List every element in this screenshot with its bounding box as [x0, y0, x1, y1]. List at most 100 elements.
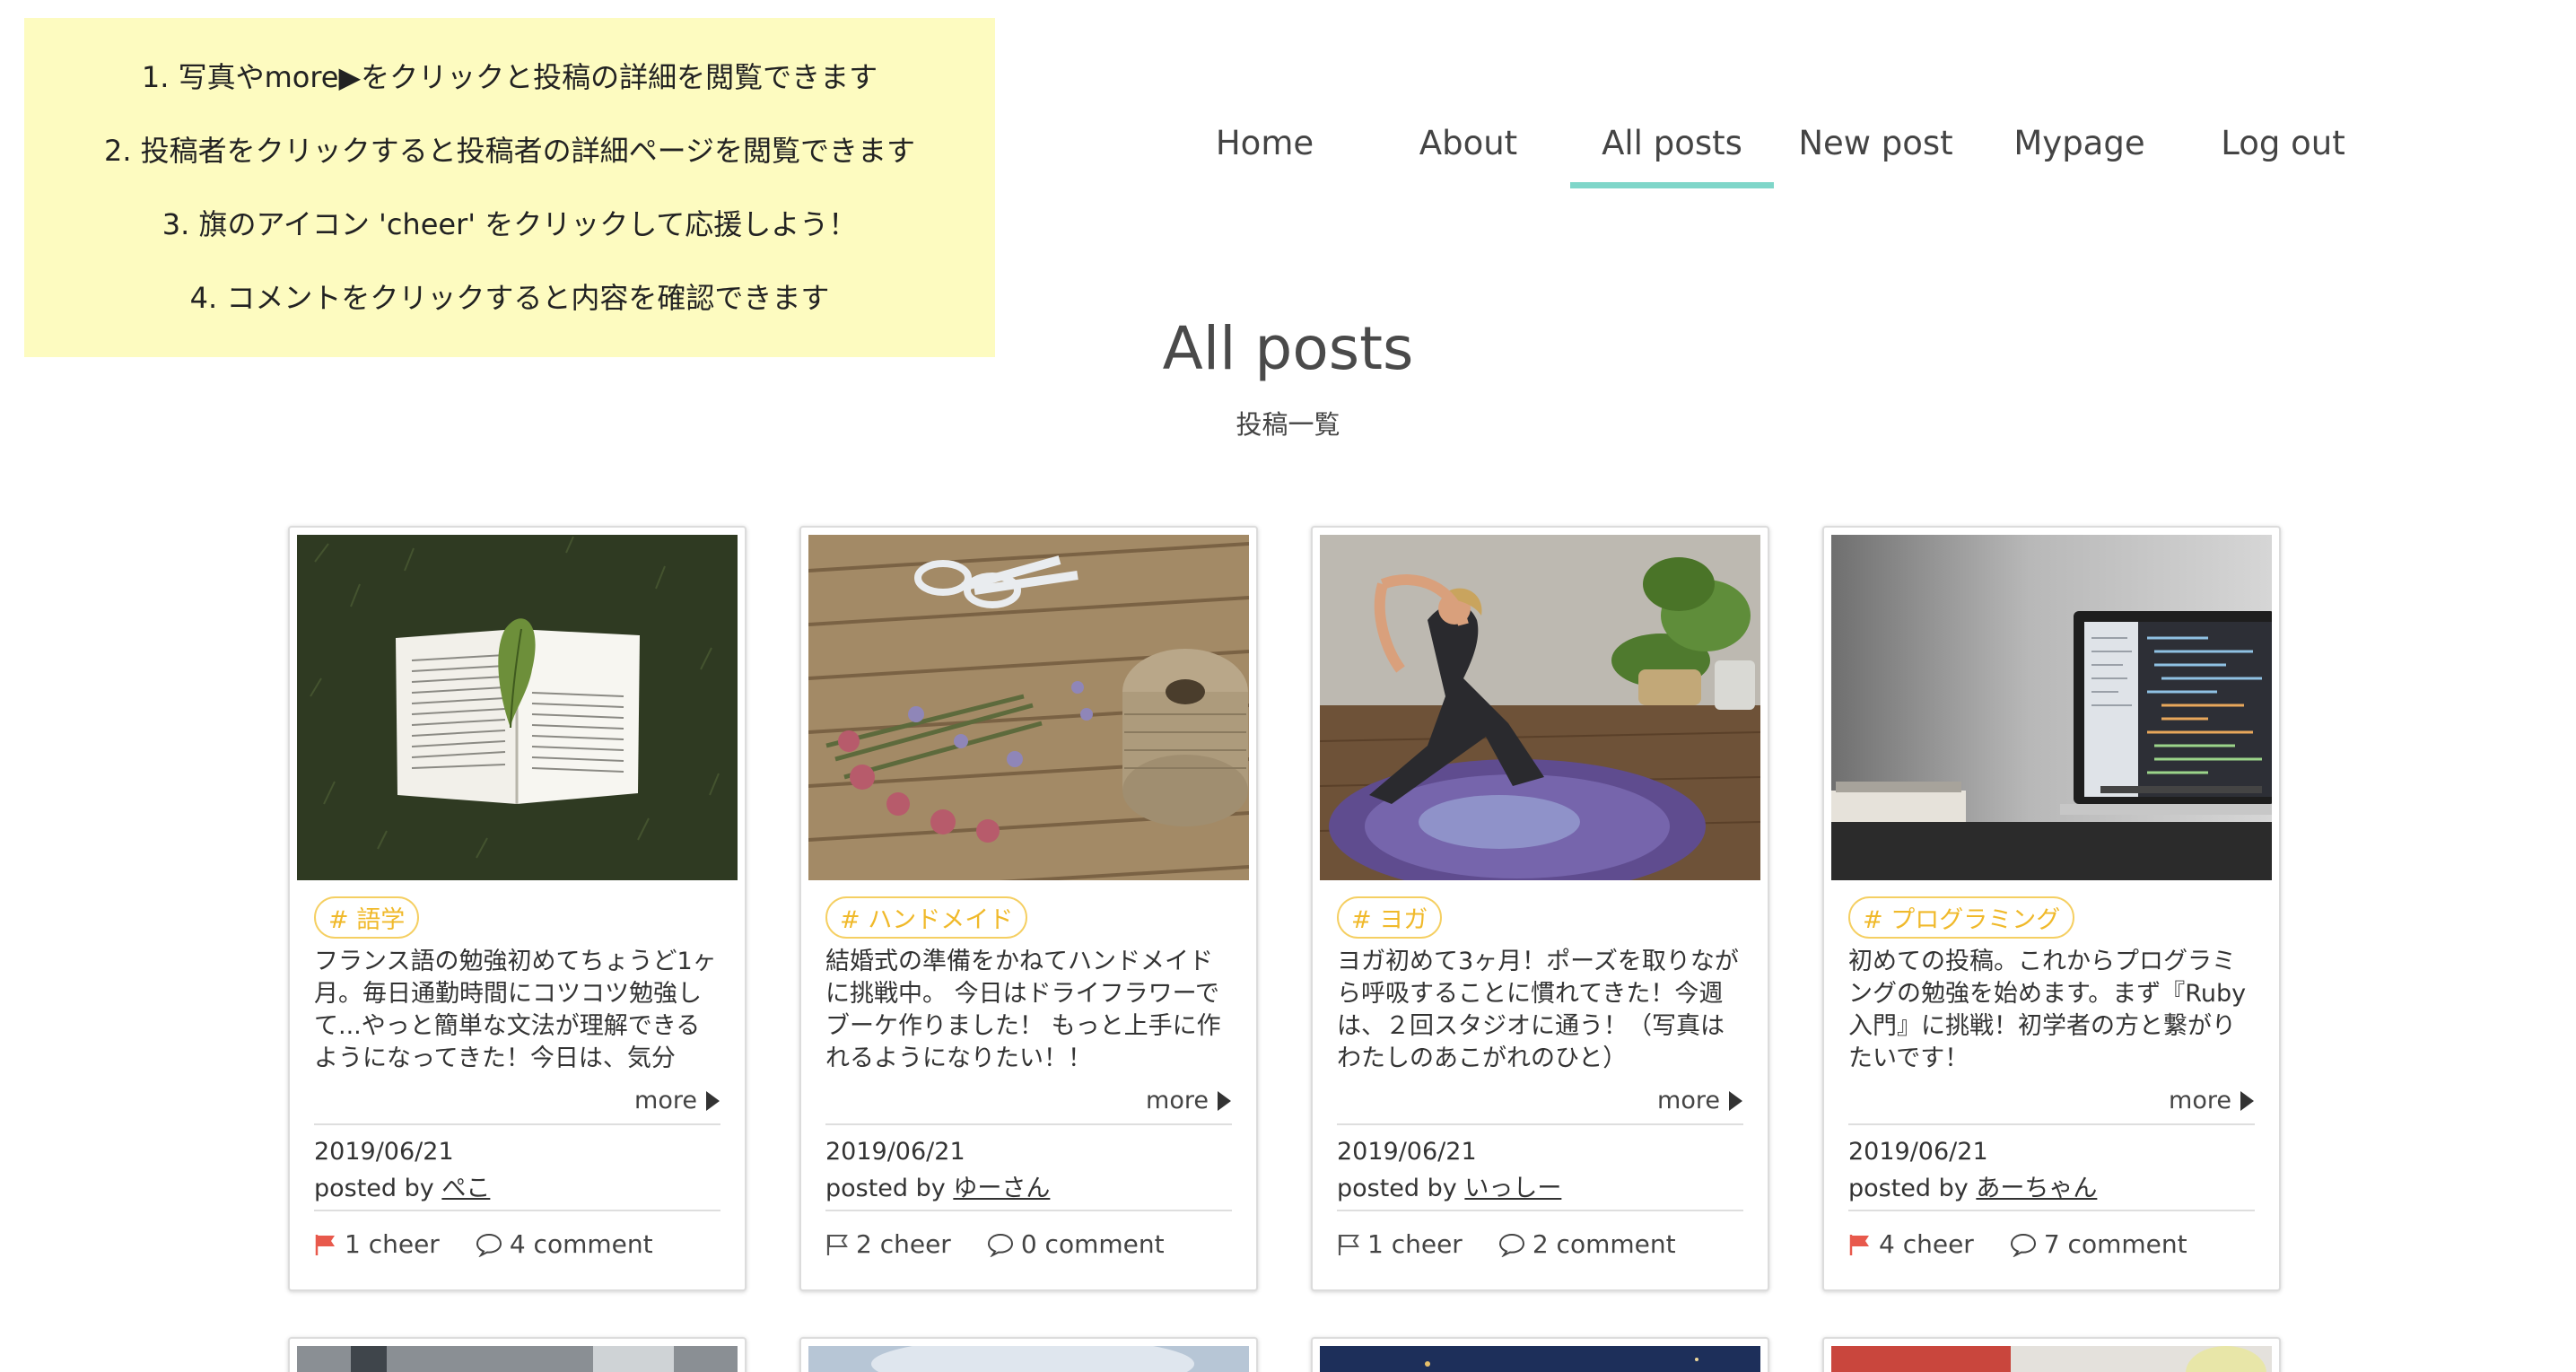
- posted-by-label: posted by: [825, 1175, 946, 1202]
- hint-line-3: 3. 旗のアイコン 'cheer' をクリックして応援しよう！: [162, 207, 858, 241]
- post-excerpt[interactable]: フランス語の勉強初めてちょうど1ヶ月。毎日通勤時間にコツコツ勉強して...やっと…: [314, 946, 722, 1077]
- nav-all-posts[interactable]: All posts: [1570, 117, 1774, 188]
- post-card-partial[interactable]: [288, 1337, 747, 1372]
- post-card-partial[interactable]: [1822, 1337, 2281, 1372]
- posted-by: posted by いっしー: [1337, 1168, 1561, 1203]
- cheer-count: 4 cheer: [1879, 1229, 1974, 1259]
- speech-bubble-icon: [1498, 1233, 1524, 1257]
- post-actions: 1 cheer 2 comment: [1337, 1229, 1676, 1259]
- speech-bubble-icon: [987, 1233, 1013, 1257]
- cheer-button[interactable]: 1 cheer: [1337, 1229, 1463, 1259]
- category-tag[interactable]: # ハンドメイド: [825, 896, 1028, 939]
- nav-log-out[interactable]: Log out: [2181, 117, 2385, 188]
- author-link[interactable]: ゆーさん: [953, 1175, 1050, 1202]
- post-excerpt[interactable]: 結婚式の準備をかねてハンドメイドに挑戦中。 今日はドライフラワーでブーケ作りまし…: [825, 946, 1234, 1077]
- post-card-partial[interactable]: [1311, 1337, 1769, 1372]
- comment-count: 4 comment: [509, 1229, 653, 1259]
- more-link[interactable]: more: [1146, 1087, 1231, 1114]
- divider: [1337, 1210, 1743, 1211]
- post-image: [297, 1346, 738, 1372]
- category-tag[interactable]: # 語学: [314, 896, 420, 939]
- divider: [825, 1123, 1232, 1125]
- play-arrow-icon: [1729, 1090, 1742, 1111]
- comment-button[interactable]: 4 comment: [476, 1229, 653, 1259]
- category-tag[interactable]: # プログラミング: [1848, 896, 2075, 939]
- divider: [1848, 1210, 2255, 1211]
- cheer-button[interactable]: 4 cheer: [1848, 1229, 1974, 1259]
- posted-by-label: posted by: [1848, 1175, 1969, 1202]
- page-title: All posts: [1162, 314, 1414, 383]
- author-link[interactable]: ぺこ: [441, 1175, 490, 1202]
- main-nav: Home About All posts New post Mypage Log…: [1163, 117, 2385, 188]
- cheer-button[interactable]: 1 cheer: [314, 1229, 440, 1259]
- post-image: [1831, 1346, 2272, 1372]
- speech-bubble-icon: [476, 1233, 502, 1257]
- comment-count: 2 comment: [1532, 1229, 1676, 1259]
- divider: [314, 1210, 720, 1211]
- post-actions: 4 cheer 7 comment: [1848, 1229, 2187, 1259]
- cheer-count: 1 cheer: [1367, 1229, 1463, 1259]
- nav-about[interactable]: About: [1367, 117, 1570, 188]
- post-image: [1320, 1346, 1760, 1372]
- nav-mypage[interactable]: Mypage: [1978, 117, 2181, 188]
- divider: [1848, 1123, 2255, 1125]
- comment-button[interactable]: 0 comment: [987, 1229, 1165, 1259]
- post-actions: 1 cheer 4 comment: [314, 1229, 653, 1259]
- post-card: # プログラミング 初めての投稿。これからプログラミングの勉強を始めます。まず『…: [1822, 526, 2281, 1291]
- author-link[interactable]: いっしー: [1464, 1175, 1561, 1202]
- hint-line-2: 2. 投稿者をクリックすると投稿者の詳細ページを閲覧できます: [103, 134, 916, 168]
- flag-icon: [315, 1234, 335, 1255]
- post-date: 2019/06/21: [1848, 1138, 1988, 1166]
- post-card: # 語学 フランス語の勉強初めてちょうど1ヶ月。毎日通勤時間にコツコツ勉強して.…: [288, 526, 747, 1291]
- post-image: [808, 1346, 1249, 1372]
- post-image[interactable]: [297, 535, 738, 880]
- post-image[interactable]: [1320, 535, 1760, 880]
- divider: [1337, 1123, 1743, 1125]
- post-actions: 2 cheer 0 comment: [825, 1229, 1165, 1259]
- post-image[interactable]: [1831, 535, 2272, 880]
- more-link[interactable]: more: [1657, 1087, 1742, 1114]
- category-tag[interactable]: # ヨガ: [1337, 896, 1443, 939]
- divider: [825, 1210, 1232, 1211]
- posted-by: posted by ゆーさん: [825, 1168, 1050, 1203]
- flag-icon: [1849, 1234, 1869, 1255]
- post-date: 2019/06/21: [1337, 1138, 1477, 1166]
- posted-by: posted by ぺこ: [314, 1168, 490, 1203]
- speech-bubble-icon: [2010, 1233, 2036, 1257]
- nav-home[interactable]: Home: [1163, 117, 1367, 188]
- more-link[interactable]: more: [634, 1087, 720, 1114]
- more-link[interactable]: more: [2169, 1087, 2254, 1114]
- comment-count: 7 comment: [2043, 1229, 2187, 1259]
- comment-button[interactable]: 2 comment: [1498, 1229, 1676, 1259]
- hint-line-1: 1. 写真やmore▶をクリックと投稿の詳細を閲覧できます: [141, 60, 878, 94]
- post-excerpt[interactable]: 初めての投稿。これからプログラミングの勉強を始めます。まず『Ruby入門』に挑戦…: [1848, 946, 2257, 1077]
- play-arrow-icon: [2240, 1090, 2254, 1111]
- divider: [314, 1123, 720, 1125]
- post-card: # ハンドメイド 結婚式の準備をかねてハンドメイドに挑戦中。 今日はドライフラワ…: [799, 526, 1258, 1291]
- more-label: more: [1657, 1087, 1720, 1114]
- comment-count: 0 comment: [1020, 1229, 1165, 1259]
- posted-by-label: posted by: [1337, 1175, 1457, 1202]
- posted-by: posted by あーちゃん: [1848, 1168, 2097, 1203]
- cheer-count: 1 cheer: [345, 1229, 440, 1259]
- author-link[interactable]: あーちゃん: [1976, 1175, 2097, 1202]
- usage-hint-box: 1. 写真やmore▶をクリックと投稿の詳細を閲覧できます 2. 投稿者をクリッ…: [24, 18, 995, 357]
- cheer-count: 2 cheer: [856, 1229, 951, 1259]
- flag-icon: [1338, 1234, 1359, 1255]
- post-card-partial[interactable]: [799, 1337, 1258, 1372]
- flag-icon: [826, 1234, 848, 1255]
- play-arrow-icon: [706, 1090, 720, 1111]
- post-date: 2019/06/21: [314, 1138, 454, 1166]
- more-label: more: [2169, 1087, 2231, 1114]
- cheer-button[interactable]: 2 cheer: [825, 1229, 951, 1259]
- post-date: 2019/06/21: [825, 1138, 965, 1166]
- nav-new-post[interactable]: New post: [1774, 117, 1978, 188]
- page-subtitle: 投稿一覧: [1236, 409, 1340, 440]
- comment-button[interactable]: 7 comment: [2010, 1229, 2187, 1259]
- post-excerpt[interactable]: ヨガ初めて3ヶ月！ポーズを取りながら呼吸することに慣れてきた！今週は、２回スタジ…: [1337, 946, 1745, 1077]
- posted-by-label: posted by: [314, 1175, 434, 1202]
- more-label: more: [634, 1087, 697, 1114]
- post-image[interactable]: [808, 535, 1249, 880]
- more-label: more: [1146, 1087, 1209, 1114]
- post-card: # ヨガ ヨガ初めて3ヶ月！ポーズを取りながら呼吸することに慣れてきた！今週は、…: [1311, 526, 1769, 1291]
